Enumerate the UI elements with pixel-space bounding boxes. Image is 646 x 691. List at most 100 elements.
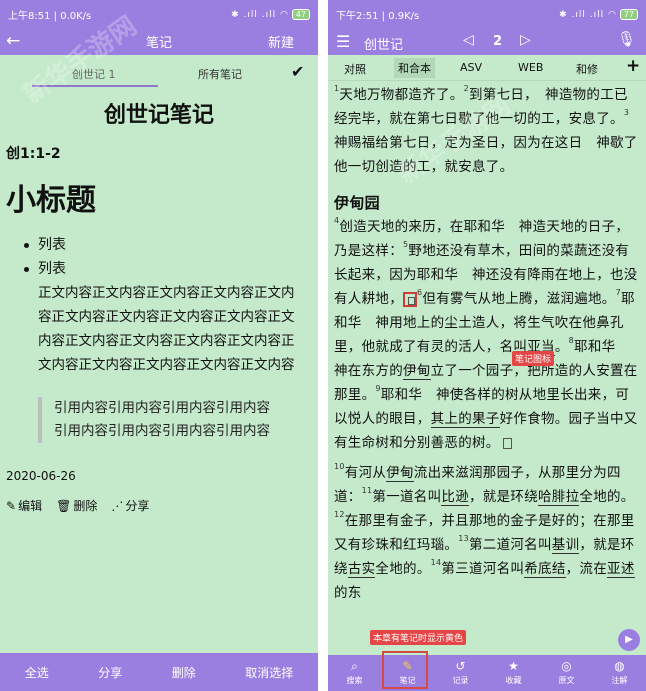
tab-asv[interactable]: ASV	[460, 61, 482, 74]
tab-rcuv[interactable]: 和修	[576, 61, 598, 77]
note-quote: 引用内容引用内容引用内容引用内容引用内容引用内容引用内容引用内容	[38, 397, 278, 443]
play-audio-button[interactable]: ▶	[618, 629, 640, 651]
note-heading: 小标题	[6, 183, 96, 218]
status-bar: 下午2:51 | 0.9K/s ✱ .ıll .ıll ◠ 77	[328, 0, 646, 28]
bottom-nav: ⌕ 搜索 ✎ 笔记 ↺ 记录 ★ 收藏 ◎ 原文 ◍ 注解	[328, 655, 646, 691]
new-note-button[interactable]: 新建	[268, 32, 294, 51]
add-tab-icon[interactable]: +	[626, 56, 640, 76]
verse-text[interactable]: 有河从	[345, 465, 386, 481]
signal-icons: ✱ .ıll .ıll ◠	[231, 9, 289, 20]
verse-text[interactable]: ，就是环绕	[469, 489, 538, 505]
delete-button[interactable]: 🗑 删除	[56, 497, 97, 514]
edit-button[interactable]: ✎ 编辑	[6, 497, 42, 514]
notes-nav-highlight	[382, 651, 428, 689]
bible-screen: 下午2:51 | 0.9K/s ✱ .ıll .ıll ◠ 77 ☰ 创世记 ◁ …	[328, 0, 646, 691]
share-icon: ⋰	[111, 498, 124, 513]
place-link[interactable]: 亚述	[607, 561, 635, 578]
trash-icon: 🗑	[56, 498, 72, 513]
note-tabs: 创世记 1 所有笔记 ✔	[0, 55, 318, 89]
battery-icon: 77	[619, 8, 638, 20]
status-time: 下午2:51	[336, 10, 379, 22]
app-bar: ☰ 创世记 ◁ 2 ▷ 🎙	[328, 28, 646, 55]
note-body: 正文内容正文内容正文内容正文内容正文内容正文内容正文内容正文内容正文内容正文内容…	[38, 285, 295, 373]
star-icon: ★	[508, 659, 519, 673]
nav-original[interactable]: ◎ 原文	[559, 660, 575, 686]
chapter-number[interactable]: 2	[493, 34, 502, 49]
nav-history[interactable]: ↺ 记录	[453, 660, 469, 686]
selection-toolbar: 全选 分享 删除 取消选择	[0, 653, 318, 691]
commentary-icon: ◍	[614, 659, 625, 673]
list-item: 列表	[24, 233, 318, 257]
place-link[interactable]: 古实	[347, 561, 376, 578]
search-icon: ⌕	[351, 659, 358, 673]
scripture-text: 1天地万物都造齐了。2到第七日， 神造物的工已经完毕，就在第七日歇了他一切的工，…	[328, 83, 646, 605]
menu-icon[interactable]: ☰	[336, 32, 350, 51]
verse-text[interactable]: 第二道河名叫	[469, 537, 552, 553]
name-link[interactable]: 基训	[551, 537, 580, 554]
note-icon-annotation: 笔记图标	[512, 351, 555, 366]
cancel-selection-button[interactable]: 取消选择	[245, 664, 293, 681]
original-text-icon: ◎	[561, 659, 572, 673]
verse-text[interactable]: 全地的。	[375, 561, 430, 577]
notes-screen: 上午8:51 | 0.0K/s ✱ .ıll .ıll ◠ 47 ← 笔记 新建 …	[0, 0, 318, 691]
next-chapter-icon[interactable]: ▷	[520, 32, 531, 48]
prev-chapter-icon[interactable]: ◁	[463, 32, 474, 48]
verse-paragraph: 10有河从伊甸流出来滋润那园子，从那里分为四道：11第一道名叫比逊，就是环绕哈腓…	[334, 462, 635, 601]
name-link[interactable]: 比逊	[441, 489, 469, 506]
place-link[interactable]: 伊甸	[386, 465, 414, 482]
book-selector[interactable]: 创世记	[364, 34, 403, 53]
checkmark-icon[interactable]: ✔	[291, 62, 304, 81]
version-tabs: 对照 和合本 ASV WEB 和修 +	[328, 55, 646, 81]
name-link[interactable]: 希底结	[524, 561, 566, 578]
bullet-list: 列表 列表	[24, 233, 318, 281]
verse-text[interactable]: 第一道名叫	[372, 489, 441, 505]
nav-label: 原文	[558, 676, 575, 685]
yellow-hint-annotation: 本章有笔记时显示黄色	[370, 630, 467, 645]
tab-cuv[interactable]: 和合本	[394, 58, 435, 78]
small-note-icon[interactable]	[502, 437, 512, 449]
edit-label: 编辑	[18, 499, 43, 513]
note-date: 2020-06-26	[6, 469, 76, 483]
status-speed: 0.0K/s	[60, 10, 92, 22]
place-link[interactable]: 伊甸	[403, 363, 431, 380]
tab-web[interactable]: WEB	[518, 61, 543, 74]
status-speed: 0.9K/s	[388, 10, 420, 22]
tab-underline	[32, 85, 158, 87]
battery-icon: 47	[291, 8, 310, 20]
verse-paragraph: 4创造天地的来历，在耶和华 神造天地的日子，乃是这样：5野地还没有草木，田间的菜…	[334, 216, 638, 451]
verse-text[interactable]: ，流在	[566, 561, 607, 577]
signal-icons: ✱ .ıll .ıll ◠	[559, 9, 617, 20]
delete-selected-button[interactable]: 删除	[172, 664, 196, 681]
nav-favorites[interactable]: ★ 收藏	[506, 660, 522, 686]
verse-paragraph: 1天地万物都造齐了。2到第七日， 神造物的工已经完毕，就在第七日歇了他一切的工，…	[334, 84, 644, 175]
nav-label: 注解	[611, 676, 628, 685]
note-actions: ✎ 编辑 🗑 删除 ⋰ 分享	[6, 497, 318, 514]
share-selected-button[interactable]: 分享	[98, 664, 122, 681]
verse-text[interactable]: 天地万物都造齐了。	[339, 87, 463, 103]
status-time: 上午8:51	[8, 10, 51, 22]
underlined-text[interactable]: 其上的果子	[430, 411, 500, 428]
edit-icon: ✎	[6, 498, 17, 513]
app-bar: ← 笔记 新建	[0, 28, 318, 55]
verse-reference: 创1:1-2	[6, 146, 61, 162]
verse-text[interactable]: 第三道河名叫	[441, 561, 524, 577]
verse-text[interactable]: 但有雾气从地上腾，滋润遍地。	[422, 291, 615, 307]
list-item: 列表	[24, 257, 318, 281]
verse-text[interactable]: 的东	[334, 585, 362, 601]
microphone-icon[interactable]: 🎙	[617, 30, 636, 48]
place-link[interactable]: 哈腓拉	[538, 489, 580, 506]
tab-compare[interactable]: 对照	[344, 61, 366, 77]
share-label: 分享	[125, 499, 150, 513]
select-all-button[interactable]: 全选	[25, 664, 49, 681]
nav-label: 收藏	[505, 676, 522, 685]
section-heading: 伊甸园	[334, 194, 380, 212]
nav-commentary[interactable]: ◍ 注解	[612, 660, 628, 686]
tab-current-chapter[interactable]: 创世记 1	[72, 66, 116, 82]
verse-text[interactable]: 全地的。	[579, 489, 634, 505]
note-icon[interactable]	[403, 291, 417, 307]
nav-search[interactable]: ⌕ 搜索	[347, 660, 363, 686]
tab-all-notes[interactable]: 所有笔记	[198, 66, 242, 82]
delete-label: 删除	[73, 499, 98, 513]
share-button[interactable]: ⋰ 分享	[111, 497, 149, 514]
history-icon: ↺	[455, 659, 466, 673]
